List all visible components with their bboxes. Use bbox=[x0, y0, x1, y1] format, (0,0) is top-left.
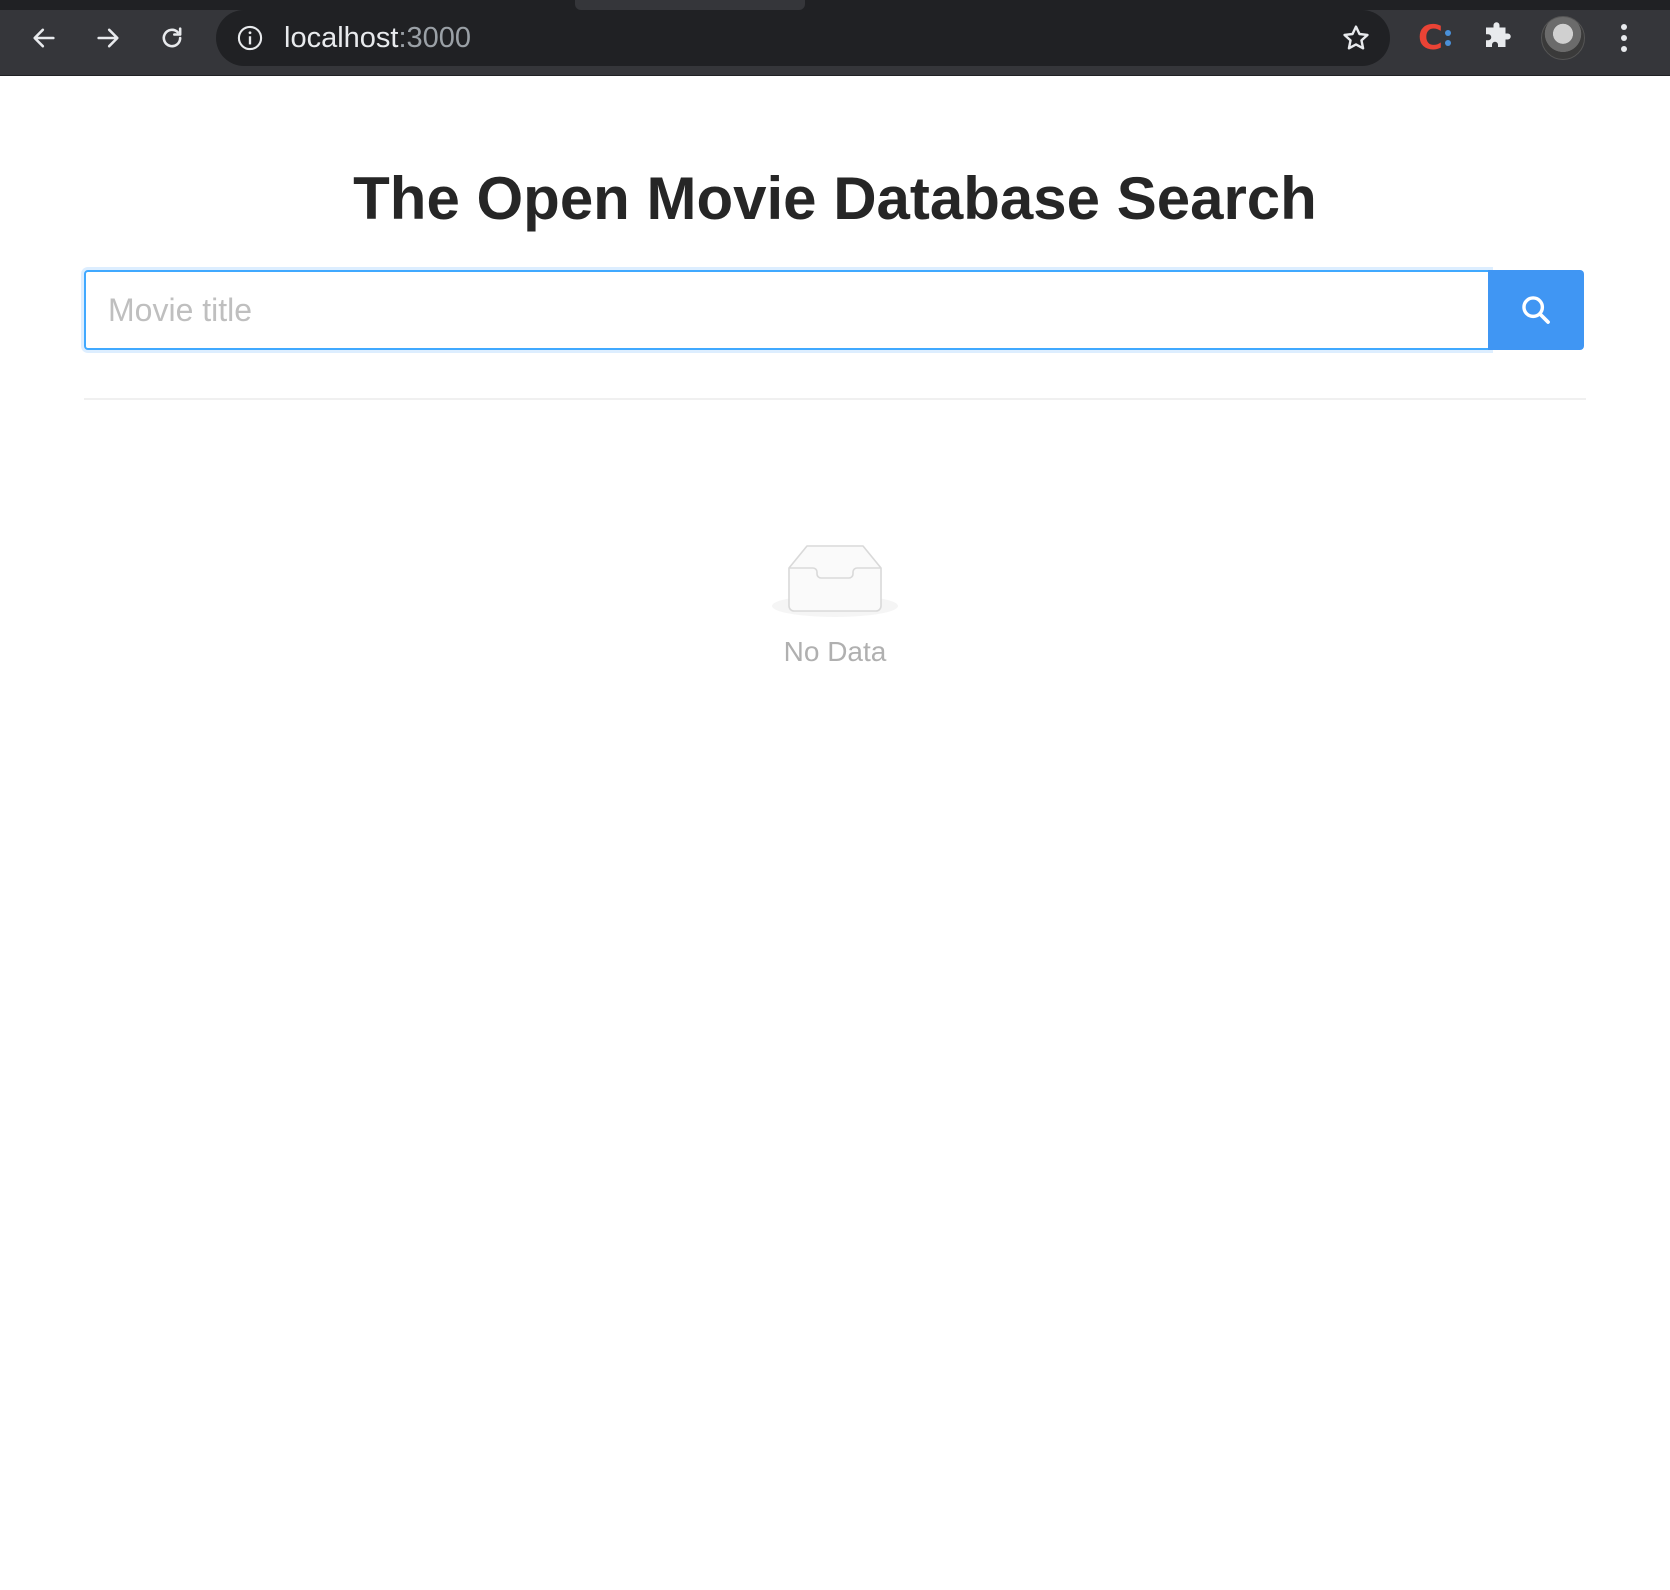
search-button[interactable] bbox=[1488, 270, 1584, 350]
back-button[interactable] bbox=[24, 18, 64, 58]
active-tab[interactable] bbox=[575, 0, 805, 10]
empty-inbox-icon bbox=[772, 545, 898, 617]
forward-arrow-icon bbox=[97, 28, 119, 48]
reload-icon bbox=[162, 27, 182, 48]
page-title: The Open Movie Database Search bbox=[353, 165, 1317, 232]
movie-title-input[interactable] bbox=[84, 270, 1490, 350]
extension-c-icon: C bbox=[1418, 18, 1443, 58]
search-icon bbox=[1522, 296, 1550, 324]
page-content: The Open Movie Database Search No Data bbox=[0, 76, 1670, 1590]
divider bbox=[84, 398, 1586, 400]
url-host: localhost bbox=[284, 22, 399, 54]
extension-c-button[interactable]: C bbox=[1418, 18, 1458, 58]
info-icon[interactable] bbox=[236, 24, 264, 52]
extension-dots bbox=[1444, 30, 1451, 46]
puzzle-icon[interactable] bbox=[1480, 20, 1516, 56]
forward-button[interactable] bbox=[88, 18, 128, 58]
address-bar[interactable]: localhost:3000 bbox=[216, 10, 1390, 66]
browser-toolbar: localhost:3000 C bbox=[0, 0, 1670, 76]
tab-strip bbox=[0, 0, 1670, 10]
star-icon[interactable] bbox=[1340, 22, 1372, 54]
search-bar bbox=[84, 270, 1584, 350]
empty-state-text: No Data bbox=[783, 636, 887, 667]
reload-button[interactable] bbox=[152, 18, 192, 58]
kebab-menu-icon[interactable] bbox=[1612, 20, 1636, 56]
empty-state: No Data bbox=[0, 538, 1670, 668]
url-text[interactable]: localhost:3000 bbox=[284, 23, 471, 53]
profile-avatar[interactable] bbox=[1541, 16, 1585, 60]
back-arrow-icon bbox=[33, 28, 55, 48]
url-port: :3000 bbox=[398, 22, 472, 54]
